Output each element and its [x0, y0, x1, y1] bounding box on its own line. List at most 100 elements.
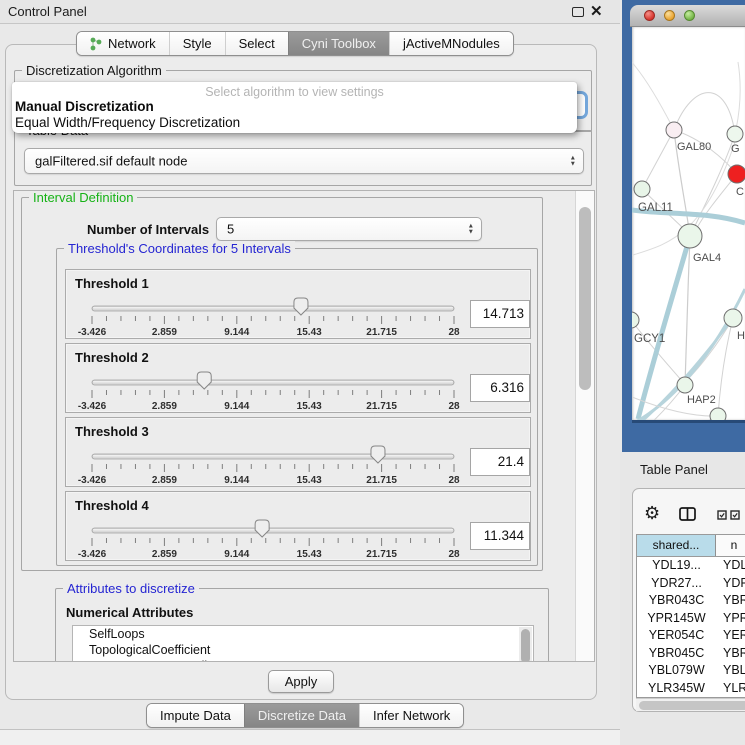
threshold-label: Threshold 2: [75, 350, 149, 365]
attribute-item[interactable]: BetweennessCentrality: [73, 658, 533, 662]
attributes-group: Attributes to discretize Numerical Attri…: [55, 588, 549, 662]
svg-text:9.144: 9.144: [224, 327, 249, 338]
threshold-slider[interactable]: -3.4262.8599.14415.4321.71528: [80, 516, 460, 560]
svg-text:-3.426: -3.426: [78, 327, 107, 338]
threshold-value-field[interactable]: 21.4: [470, 448, 530, 476]
tab-discretize-data[interactable]: Discretize Data: [244, 704, 359, 727]
network-edge[interactable]: [674, 93, 735, 134]
table-row[interactable]: YLR345WYLR3: [637, 680, 745, 698]
threshold-value-field[interactable]: 11.344: [470, 522, 530, 550]
cell-shared-name: YDL19...: [637, 557, 716, 575]
node-label: H: [737, 330, 745, 342]
cell-name: YLR3: [716, 680, 745, 698]
checkbox-icon[interactable]: [717, 510, 727, 520]
settings-scrollbar-track[interactable]: [575, 191, 594, 661]
svg-text:2.859: 2.859: [152, 475, 177, 486]
cell-shared-name: YLR345W: [637, 680, 716, 698]
table-row[interactable]: YDR27...YDR2: [637, 575, 745, 593]
float-panel-icon[interactable]: [572, 7, 584, 17]
network-node-unlabeled[interactable]: [710, 408, 726, 420]
numerical-attributes-list[interactable]: SelfLoopsTopologicalCoefficientBetweenne…: [72, 625, 534, 662]
settings-scroll-viewport: Interval Definition Number of Intervals …: [13, 190, 595, 662]
slider-thumb[interactable]: [197, 372, 211, 389]
window-close-icon[interactable]: [644, 10, 655, 21]
apply-button[interactable]: Apply: [268, 670, 334, 693]
close-panel-icon[interactable]: ✕: [590, 2, 603, 20]
column-header-name[interactable]: n: [716, 535, 745, 556]
threshold-label: Threshold 4: [75, 498, 149, 513]
gear-icon[interactable]: ⚙: [644, 504, 660, 522]
tab-style[interactable]: Style: [169, 32, 225, 55]
table-data-combobox[interactable]: galFiltered.sif default node ▲▼: [24, 148, 584, 174]
network-node-gal11[interactable]: [634, 181, 650, 197]
network-node-gal80[interactable]: [666, 122, 682, 138]
svg-text:-3.426: -3.426: [78, 401, 107, 412]
table-hscrollbar[interactable]: [636, 698, 745, 711]
cell-name: YDL1: [716, 557, 745, 575]
network-graph[interactable]: GAL80GCGAL11GAL4GCY1HHAP2: [632, 27, 745, 420]
svg-text:9.144: 9.144: [224, 475, 249, 486]
thresholds-group-title: Threshold's Coordinates for 5 Intervals: [64, 241, 295, 256]
window-minimize-icon[interactable]: [664, 10, 675, 21]
network-edge[interactable]: [632, 57, 674, 130]
network-node-h[interactable]: [724, 309, 742, 327]
slider-thumb[interactable]: [294, 298, 308, 315]
threshold-value-field[interactable]: 6.316: [470, 374, 530, 402]
threshold-slider[interactable]: -3.4262.8599.14415.4321.71528: [80, 442, 460, 486]
table-hscrollbar-thumb[interactable]: [639, 701, 745, 710]
threshold-label: Threshold 1: [75, 276, 149, 291]
slider-thumb[interactable]: [255, 520, 269, 537]
table-panel: ⚙ shared...n YDL19...YDL1YDR27...YDR2YBR…: [632, 488, 745, 712]
column-header-shared-name[interactable]: shared...: [637, 535, 716, 556]
table-row[interactable]: YDL19...YDL1: [637, 557, 745, 575]
cell-shared-name: YER054C: [637, 627, 716, 645]
slider-thumb[interactable]: [371, 446, 385, 463]
table-data-value: galFiltered.sif default node: [35, 154, 187, 169]
table-row[interactable]: YBR045CYBR0: [637, 645, 745, 663]
network-edge[interactable]: [642, 130, 674, 189]
network-node-c[interactable]: [728, 165, 745, 183]
tab-jactivemnodules[interactable]: jActiveMNodules: [389, 32, 513, 55]
tab-infer-network[interactable]: Infer Network: [359, 704, 463, 727]
tab-select[interactable]: Select: [225, 32, 288, 55]
number-of-intervals-combobox[interactable]: 5 ▲▼: [216, 217, 482, 241]
tab-network[interactable]: Network: [77, 32, 169, 55]
table-row[interactable]: YER054CYER0: [637, 627, 745, 645]
node-attribute-table[interactable]: shared...n YDL19...YDL1YDR27...YDR2YBR04…: [636, 534, 745, 698]
threshold-slider[interactable]: -3.4262.8599.14415.4321.71528: [80, 368, 460, 412]
checkbox-icon[interactable]: [730, 510, 740, 520]
table-row[interactable]: YPR145WYPR1: [637, 610, 745, 628]
network-node-gcy1[interactable]: [632, 312, 639, 328]
network-node-gal4[interactable]: [678, 224, 702, 248]
svg-text:15.43: 15.43: [297, 475, 322, 486]
popup-item-equal-width-frequency-discretization[interactable]: Equal Width/Frequency Discretization: [14, 115, 574, 130]
control-panel-titlebar: Control Panel ✕: [0, 0, 620, 24]
settings-scrollbar-thumb[interactable]: [579, 207, 591, 390]
cell-shared-name: YPR145W: [637, 610, 716, 628]
svg-text:-3.426: -3.426: [78, 549, 107, 560]
attribute-item[interactable]: TopologicalCoefficient: [73, 642, 533, 658]
popup-item-manual-discretization[interactable]: Manual Discretization: [14, 99, 574, 114]
tab-cyni-toolbox[interactable]: Cyni Toolbox: [288, 32, 389, 55]
network-node-hap2[interactable]: [677, 377, 693, 393]
popup-hint: Select algorithm to view settings: [12, 85, 577, 99]
threshold-slider[interactable]: -3.4262.8599.14415.4321.71528: [80, 294, 460, 338]
attributes-list-scrollbar[interactable]: [519, 627, 532, 662]
threshold-value-field[interactable]: 14.713: [470, 300, 530, 328]
svg-text:15.43: 15.43: [297, 401, 322, 412]
network-node-g[interactable]: [727, 126, 743, 142]
svg-text:9.144: 9.144: [224, 401, 249, 412]
svg-text:21.715: 21.715: [366, 549, 397, 560]
network-canvas[interactable]: GAL80GCGAL11GAL4GCY1HHAP2: [632, 27, 745, 420]
table-row[interactable]: YBR043CYBR0: [637, 592, 745, 610]
attribute-item[interactable]: SelfLoops: [73, 626, 533, 642]
window-zoom-icon[interactable]: [684, 10, 695, 21]
svg-text:21.715: 21.715: [366, 327, 397, 338]
network-window-titlebar[interactable]: [630, 5, 745, 27]
control-panel-tabs: NetworkStyleSelectCyni ToolboxjActiveMNo…: [76, 31, 514, 56]
network-view-window[interactable]: GAL80GCGAL11GAL4GCY1HHAP2: [622, 0, 745, 452]
split-columns-icon[interactable]: [679, 507, 696, 521]
network-edge[interactable]: [735, 62, 740, 134]
tab-impute-data[interactable]: Impute Data: [147, 704, 244, 727]
table-row[interactable]: YBL079WYBL0: [637, 662, 745, 680]
